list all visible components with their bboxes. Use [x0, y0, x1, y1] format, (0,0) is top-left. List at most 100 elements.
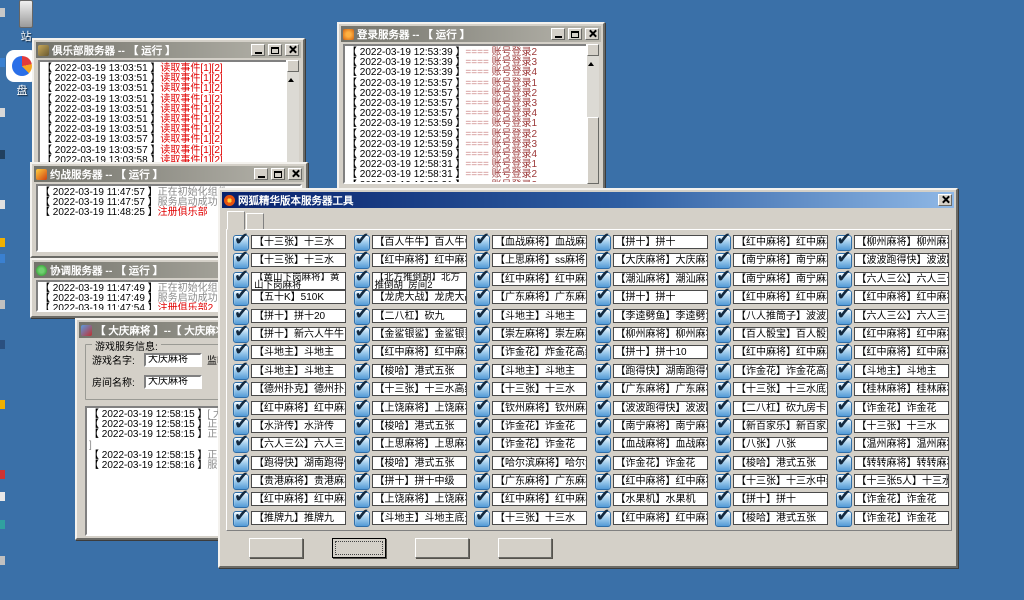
room-label[interactable]: 【广东麻将】广东麻将	[492, 474, 587, 488]
room-label[interactable]: 【诈金花】诈金花	[854, 511, 949, 525]
room-label[interactable]: 【红中麻将】红中麻将	[492, 272, 587, 286]
room-label[interactable]: 【六人三公】六人三公	[854, 309, 949, 323]
tab-item[interactable]	[227, 211, 245, 230]
minimize-button[interactable]	[254, 168, 268, 180]
room-label[interactable]: 【红中麻将】红中麻将5	[251, 401, 346, 415]
room-label[interactable]: 【潮汕麻将】潮汕麻将	[613, 272, 708, 286]
minimize-button[interactable]	[551, 28, 565, 40]
room-label[interactable]: 【南宁麻将】南宁麻将	[733, 272, 828, 286]
room-label[interactable]: 【拼十】拼十	[613, 235, 708, 249]
room-label[interactable]: 【跑得快】湖南跑得快	[613, 364, 708, 378]
minimize-button[interactable]	[251, 44, 265, 56]
room-label[interactable]: 【柳州麻将】柳州麻将	[854, 235, 949, 249]
room-label[interactable]: 【斗地主】斗地主	[492, 309, 587, 323]
field-value-input[interactable]: 大庆麻将	[144, 375, 202, 389]
room-label[interactable]: 【十三张】十三水高级	[372, 382, 467, 396]
room-label[interactable]: 【推牌九】推牌九	[251, 511, 346, 525]
room-label[interactable]: 【波波跑得快】波波跑得快	[613, 401, 708, 415]
room-checkbox[interactable]: ✔	[474, 511, 490, 527]
room-label[interactable]: 【温州麻将】温州麻将	[854, 437, 949, 451]
room-label[interactable]: 【血战麻将】血战麻将	[492, 235, 587, 249]
main-titlebar[interactable]: 网狐精华版本服务器工具	[222, 192, 954, 208]
room-label[interactable]: 【拼十】拼十10	[613, 345, 708, 359]
room-label[interactable]: 【波波跑得快】波波跑得快	[854, 253, 949, 267]
yuezhan-titlebar[interactable]: 约战服务器 -- 【 运行 】	[34, 166, 304, 182]
room-label[interactable]: 【上饶麻将】上饶麻将	[372, 401, 467, 415]
room-label[interactable]: 【梭哈】港式五张	[733, 511, 828, 525]
room-label[interactable]: 【红中麻将】红中麻将10	[733, 345, 828, 359]
room-label[interactable]: 【梭哈】港式五张	[372, 456, 467, 470]
room-label[interactable]: 【诈金花】诈金花	[492, 419, 587, 433]
room-label[interactable]: 【十三张】十三水底分10	[733, 382, 828, 396]
room-label[interactable]: 【斗地主】斗地主	[492, 364, 587, 378]
room-label[interactable]: 【斗地主】斗地主	[854, 364, 949, 378]
maximize-button[interactable]	[568, 28, 582, 40]
close-button[interactable]	[288, 168, 302, 180]
room-label[interactable]: 【梭哈】港式五张	[733, 456, 828, 470]
room-label[interactable]: 【梭哈】港式五张	[372, 364, 467, 378]
room-label[interactable]: 【红中麻将】红中麻将 金币1	[733, 235, 828, 249]
room-label[interactable]: 【金鲨银鲨】金鲨银鲨	[372, 327, 467, 341]
room-label[interactable]: 【水果机】水果机	[613, 492, 708, 506]
action-button[interactable]	[332, 538, 386, 558]
room-label[interactable]: 【红中麻将】红中麻将-梦	[613, 511, 708, 525]
room-label[interactable]: 【红中麻将】红中麻将	[854, 327, 949, 341]
room-checkbox[interactable]: ✔	[715, 511, 731, 527]
room-label[interactable]: 【六人三公】六人三公	[854, 272, 949, 286]
room-label[interactable]: 【红中麻将】红中麻将	[372, 345, 467, 359]
close-button[interactable]	[585, 28, 599, 40]
room-label[interactable]: 【二八杠】砍九	[372, 309, 467, 323]
room-label[interactable]: 【黄山下岗麻将】黄山下岗麻将	[251, 272, 346, 290]
room-label[interactable]: 【崇左麻将】崇左麻将	[492, 327, 587, 341]
club-scrollbar[interactable]	[286, 60, 299, 166]
room-label[interactable]: 【拼十】拼十	[613, 290, 708, 304]
room-label[interactable]: 【五十K】510K	[251, 290, 346, 304]
room-checkbox[interactable]: ✔	[354, 511, 370, 527]
room-label[interactable]: 【李逵劈鱼】李逵劈鱼	[613, 309, 708, 323]
room-label[interactable]: 【广东麻将】广东麻将	[492, 290, 587, 304]
close-button[interactable]	[285, 44, 299, 56]
room-label[interactable]: 【六人三公】六人三公	[251, 437, 346, 451]
room-label[interactable]: 【南宁麻将】南宁麻将	[733, 253, 828, 267]
room-label[interactable]: 【水浒传】水浒传	[251, 419, 346, 433]
room-label[interactable]: 【拼十】新六人牛牛	[251, 327, 346, 341]
room-label[interactable]: 【诈金花】诈金花高级	[733, 364, 828, 378]
tab-item[interactable]	[246, 213, 264, 230]
action-button[interactable]	[415, 538, 469, 558]
room-label[interactable]: 【红中麻将】红中麻将20	[372, 253, 467, 267]
room-label[interactable]: 【百人骰宝】百人骰宝	[733, 327, 828, 341]
room-label[interactable]: 【北方推倒胡】北方推倒胡_房间2	[372, 272, 467, 290]
action-button[interactable]	[498, 538, 552, 558]
room-checkbox[interactable]: ✔	[595, 511, 611, 527]
room-label[interactable]: 【德州扑克】德州扑克	[251, 382, 346, 396]
room-label[interactable]: 【拼十】拼十20	[251, 309, 346, 323]
room-label[interactable]: 【南宁麻将】南宁麻将	[613, 419, 708, 433]
login-titlebar[interactable]: 登录服务器 -- 【 运行 】	[341, 26, 601, 42]
scrollbar-up-button[interactable]	[287, 60, 299, 72]
room-label[interactable]: 【拼十】拼十	[733, 492, 828, 506]
scrollbar-up-button[interactable]	[587, 44, 599, 56]
room-label[interactable]: 【二八杠】砍九房卡	[733, 401, 828, 415]
room-label[interactable]: 【哈尔滨麻将】哈尔滨麻将	[492, 456, 587, 470]
club-log-list[interactable]: 【 2022-03-19 13:03:51 】读取事件[1][2]【 2022-…	[38, 60, 299, 166]
room-label[interactable]: 【新百家乐】新百家乐	[733, 419, 828, 433]
login-scrollbar[interactable]	[586, 44, 599, 184]
room-label[interactable]: 【钦州麻将】钦州麻将	[492, 401, 587, 415]
room-label[interactable]: 【上思麻将】ss麻将	[492, 253, 587, 267]
maximize-button[interactable]	[271, 168, 285, 180]
room-label[interactable]: 【柳州麻将】柳州麻将	[613, 327, 708, 341]
room-label[interactable]: 【十三张】十三水	[492, 511, 587, 525]
room-label[interactable]: 【红中麻将】红中麻将	[733, 290, 828, 304]
maximize-button[interactable]	[268, 44, 282, 56]
room-label[interactable]: 【贵港麻将】贵港麻将	[251, 474, 346, 488]
room-label[interactable]: 【红中麻将】红中麻将 房	[854, 345, 949, 359]
room-label[interactable]: 【诈金花】诈金花	[854, 492, 949, 506]
action-button[interactable]	[249, 538, 303, 558]
close-button[interactable]	[938, 194, 952, 206]
login-log-list[interactable]: 【 2022-03-19 12:53:39 】==== 账号登录2【 2022-…	[343, 44, 599, 184]
room-label[interactable]: 【龙虎大战】龙虎大战	[372, 290, 467, 304]
room-label[interactable]: 【八张】八张	[733, 437, 828, 451]
room-label[interactable]: 【十三张】十三水	[492, 382, 587, 396]
room-label[interactable]: 【桂林麻将】桂林麻将	[854, 382, 949, 396]
room-label[interactable]: 【十三张5人】十三水5人	[854, 474, 949, 488]
